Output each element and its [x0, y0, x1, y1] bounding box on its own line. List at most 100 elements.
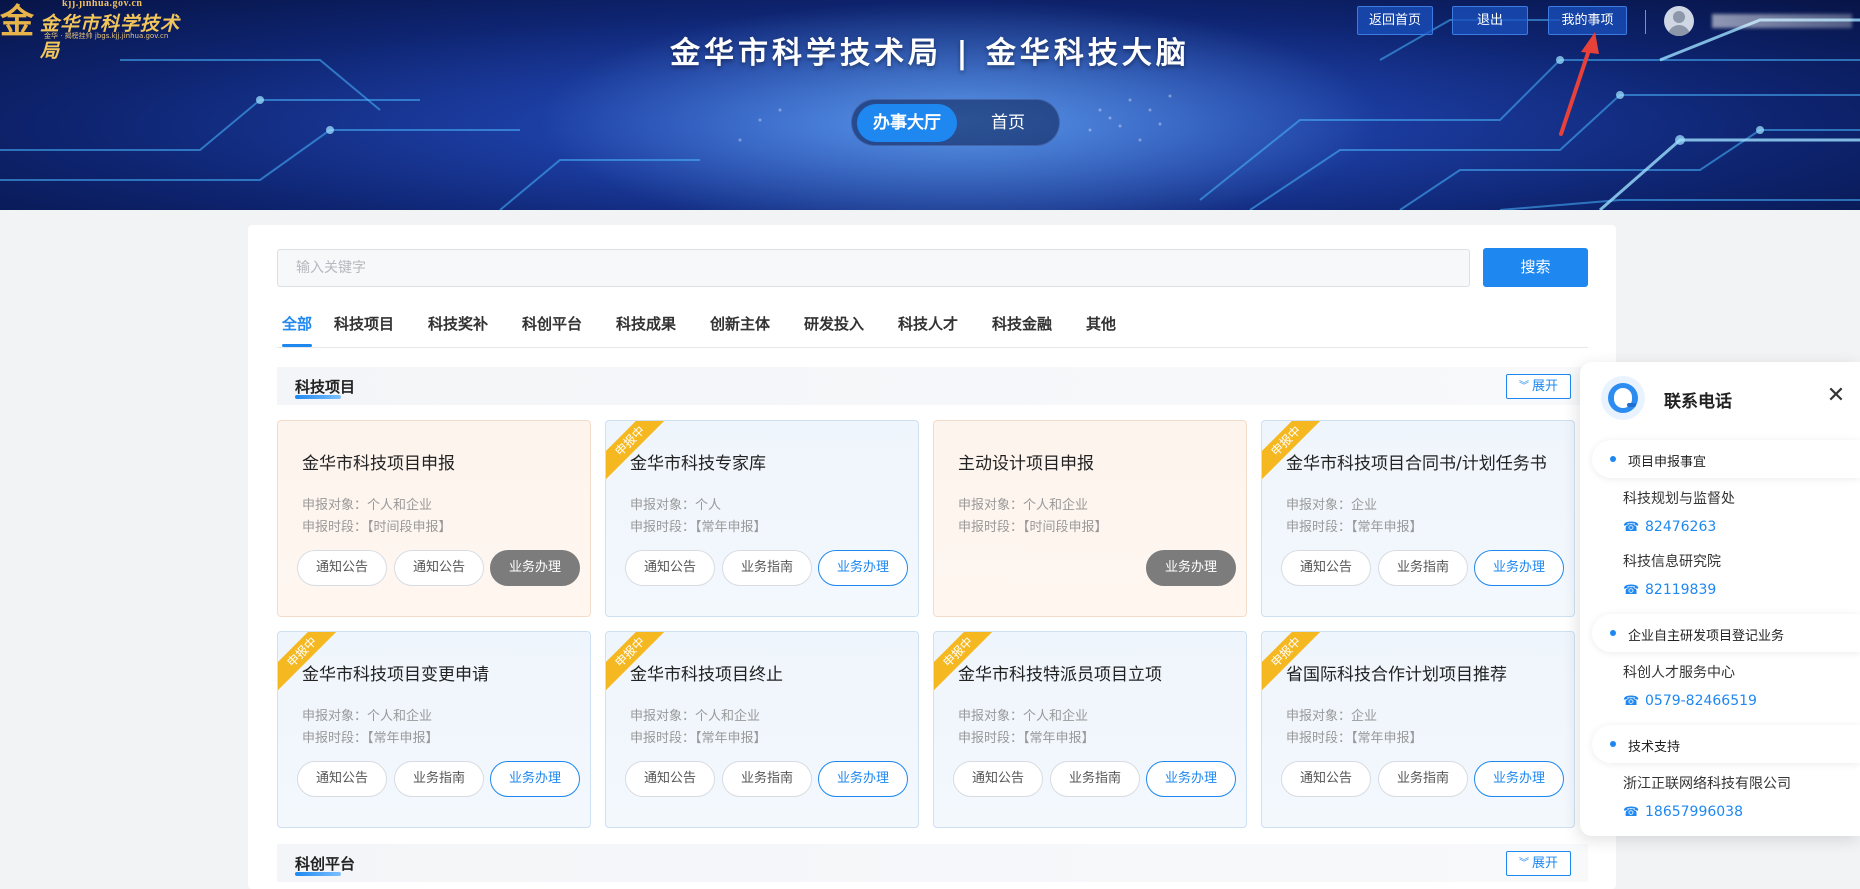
guide-button[interactable]: 业务指南 [1050, 761, 1140, 797]
phone-icon: ☎ [1623, 583, 1640, 598]
contact-panel: 联系电话 ✕ 项目申报事宜 科技规划与监督处 ☎ 82476263 科技信息研究院… [1580, 362, 1860, 836]
card-title[interactable]: 主动设计项目申报 [958, 449, 1094, 474]
category-label: 企业自主研发项目登记业务 [1628, 629, 1785, 644]
handle-business-button[interactable]: 业务办理 [490, 761, 580, 797]
main-panel: 搜索 全部 科技项目 科技奖补 科创平台 科技成果 创新主体 研发投入 科技人才… [248, 225, 1616, 889]
search-input[interactable] [277, 249, 1470, 287]
guide-button[interactable]: 业务指南 [722, 550, 812, 586]
back-home-button[interactable]: 返回首页 [1357, 6, 1433, 35]
notice-button[interactable]: 通知公告 [394, 550, 484, 586]
username-blurred[interactable] [1712, 14, 1852, 28]
double-chevron-down-icon: ︾ [1518, 381, 1529, 392]
notice-button[interactable]: 通知公告 [1281, 550, 1371, 586]
header-banner: 金 kjj.jinhua.gov.cn 金华市科学技术局 金华 · 揭榜挂帅 j… [0, 0, 1860, 210]
contact-org: 科技信息研究院 [1623, 554, 1721, 570]
card-title[interactable]: 金华市科技项目变更申请 [302, 660, 489, 685]
contact-org: 科创人才服务中心 [1623, 665, 1735, 681]
card-period: 申报时段：【时间段申报】 [958, 520, 1108, 535]
customer-service-icon [1601, 376, 1645, 420]
card-period: 申报时段：【常年申报】 [630, 520, 767, 535]
bullet-icon [1610, 630, 1616, 636]
expand-button[interactable]: ︾ 展开 [1506, 851, 1571, 876]
handle-business-button[interactable]: 业务办理 [818, 761, 908, 797]
section-title-underline [295, 395, 341, 399]
card-target: 申报对象：个人和企业 [958, 709, 1089, 724]
section-header-tech-projects: 科技项目 ︾ 展开 [277, 367, 1588, 405]
phone-number: 0579-82466519 [1645, 693, 1757, 709]
card-target: 申报对象：个人 [630, 498, 722, 513]
notice-button[interactable]: 通知公告 [625, 550, 715, 586]
card-target: 申报对象：企业 [1286, 709, 1378, 724]
tab-tech-achievements[interactable]: 科技成果 [616, 311, 676, 347]
logout-button[interactable]: 退出 [1452, 6, 1528, 35]
expand-button[interactable]: ︾ 展开 [1506, 374, 1571, 399]
bullet-icon [1610, 456, 1616, 462]
phone-icon: ☎ [1623, 694, 1640, 709]
user-avatar-icon[interactable] [1664, 6, 1694, 36]
handle-business-button[interactable]: 业务办理 [1146, 761, 1236, 797]
contact-phone[interactable]: ☎ 18657996038 [1623, 804, 1743, 820]
notice-button[interactable]: 通知公告 [625, 761, 715, 797]
phone-number: 82476263 [1645, 519, 1717, 535]
category-label: 技术支持 [1628, 740, 1681, 755]
handle-business-button[interactable]: 业务办理 [1474, 761, 1564, 797]
card-title[interactable]: 省国际科技合作计划项目推荐 [1286, 660, 1507, 685]
bullet-icon [1610, 741, 1616, 747]
double-chevron-down-icon: ︾ [1518, 858, 1529, 869]
handle-business-button[interactable]: 业务办理 [1474, 550, 1564, 586]
tab-tech-awards[interactable]: 科技奖补 [428, 311, 488, 347]
card-period: 申报时段：【常年申报】 [630, 731, 767, 746]
guide-button[interactable]: 业务指南 [1378, 761, 1468, 797]
guide-button[interactable]: 业务指南 [394, 761, 484, 797]
card-title[interactable]: 金华市科技项目申报 [302, 449, 455, 474]
guide-button[interactable]: 业务指南 [1378, 550, 1468, 586]
hall-switch: 办事大厅 首页 [851, 99, 1060, 146]
service-card: 申报中 金华市科技项目终止 申报对象：个人和企业 申报时段：【常年申报】 通知公… [605, 631, 919, 828]
tab-rd-investment[interactable]: 研发投入 [804, 311, 864, 347]
notice-button[interactable]: 通知公告 [953, 761, 1043, 797]
phone-icon: ☎ [1623, 805, 1640, 820]
tab-other[interactable]: 其他 [1086, 311, 1116, 347]
tab-tech-talent[interactable]: 科技人才 [898, 311, 958, 347]
card-title[interactable]: 金华市科技项目合同书/计划任务书 [1286, 449, 1547, 474]
card-title[interactable]: 金华市科技特派员项目立项 [958, 660, 1162, 685]
notice-button[interactable]: 通知公告 [297, 550, 387, 586]
contact-phone[interactable]: ☎ 82476263 [1623, 519, 1716, 535]
contact-phone[interactable]: ☎ 0579-82466519 [1623, 693, 1757, 709]
tab-homepage[interactable]: 首页 [970, 104, 1046, 142]
service-card: 申报中 金华市科技特派员项目立项 申报对象：个人和企业 申报时段：【常年申报】 … [933, 631, 1247, 828]
card-target: 申报对象：企业 [1286, 498, 1378, 513]
handle-business-button[interactable]: 业务办理 [490, 550, 580, 586]
tab-all[interactable]: 全部 [282, 311, 313, 347]
header-divider [1645, 10, 1646, 34]
contact-category: 项目申报事宜 [1592, 440, 1860, 478]
tab-service-hall[interactable]: 办事大厅 [857, 104, 957, 142]
tab-innovation-entity[interactable]: 创新主体 [710, 311, 770, 347]
service-card: 金华市科技项目申报 申报对象：个人和企业 申报时段：【时间段申报】 通知公告 通… [277, 420, 591, 617]
card-title[interactable]: 金华市科技专家库 [630, 449, 766, 474]
handle-business-button[interactable]: 业务办理 [818, 550, 908, 586]
guide-button[interactable]: 业务指南 [722, 761, 812, 797]
notice-button[interactable]: 通知公告 [297, 761, 387, 797]
card-period: 申报时段：【时间段申报】 [302, 520, 452, 535]
search-button[interactable]: 搜索 [1483, 248, 1588, 287]
category-label: 项目申报事宜 [1628, 455, 1707, 470]
card-period: 申报时段：【常年申报】 [1286, 731, 1423, 746]
section-header-innovation-platform: 科创平台 ︾ 展开 [277, 844, 1588, 882]
tab-tech-finance[interactable]: 科技金融 [992, 311, 1052, 347]
notice-button[interactable]: 通知公告 [1281, 761, 1371, 797]
phone-number: 82119839 [1645, 582, 1717, 598]
tab-tech-projects[interactable]: 科技项目 [334, 311, 394, 347]
close-icon[interactable]: ✕ [1826, 385, 1846, 407]
contact-category: 企业自主研发项目登记业务 [1592, 614, 1860, 652]
card-target: 申报对象：个人和企业 [302, 498, 433, 513]
category-tabs: 全部 科技项目 科技奖补 科创平台 科技成果 创新主体 研发投入 科技人才 科技… [277, 311, 1588, 348]
section-title-underline [295, 872, 341, 876]
service-card: 主动设计项目申报 申报对象：个人和企业 申报时段：【时间段申报】 业务办理 [933, 420, 1247, 617]
card-target: 申报对象：个人和企业 [630, 709, 761, 724]
contact-phone[interactable]: ☎ 82119839 [1623, 582, 1716, 598]
card-title[interactable]: 金华市科技项目终止 [630, 660, 783, 685]
section-title: 科创平台 [295, 855, 356, 873]
tab-innovation-platform[interactable]: 科创平台 [522, 311, 582, 347]
handle-business-button[interactable]: 业务办理 [1146, 550, 1236, 586]
